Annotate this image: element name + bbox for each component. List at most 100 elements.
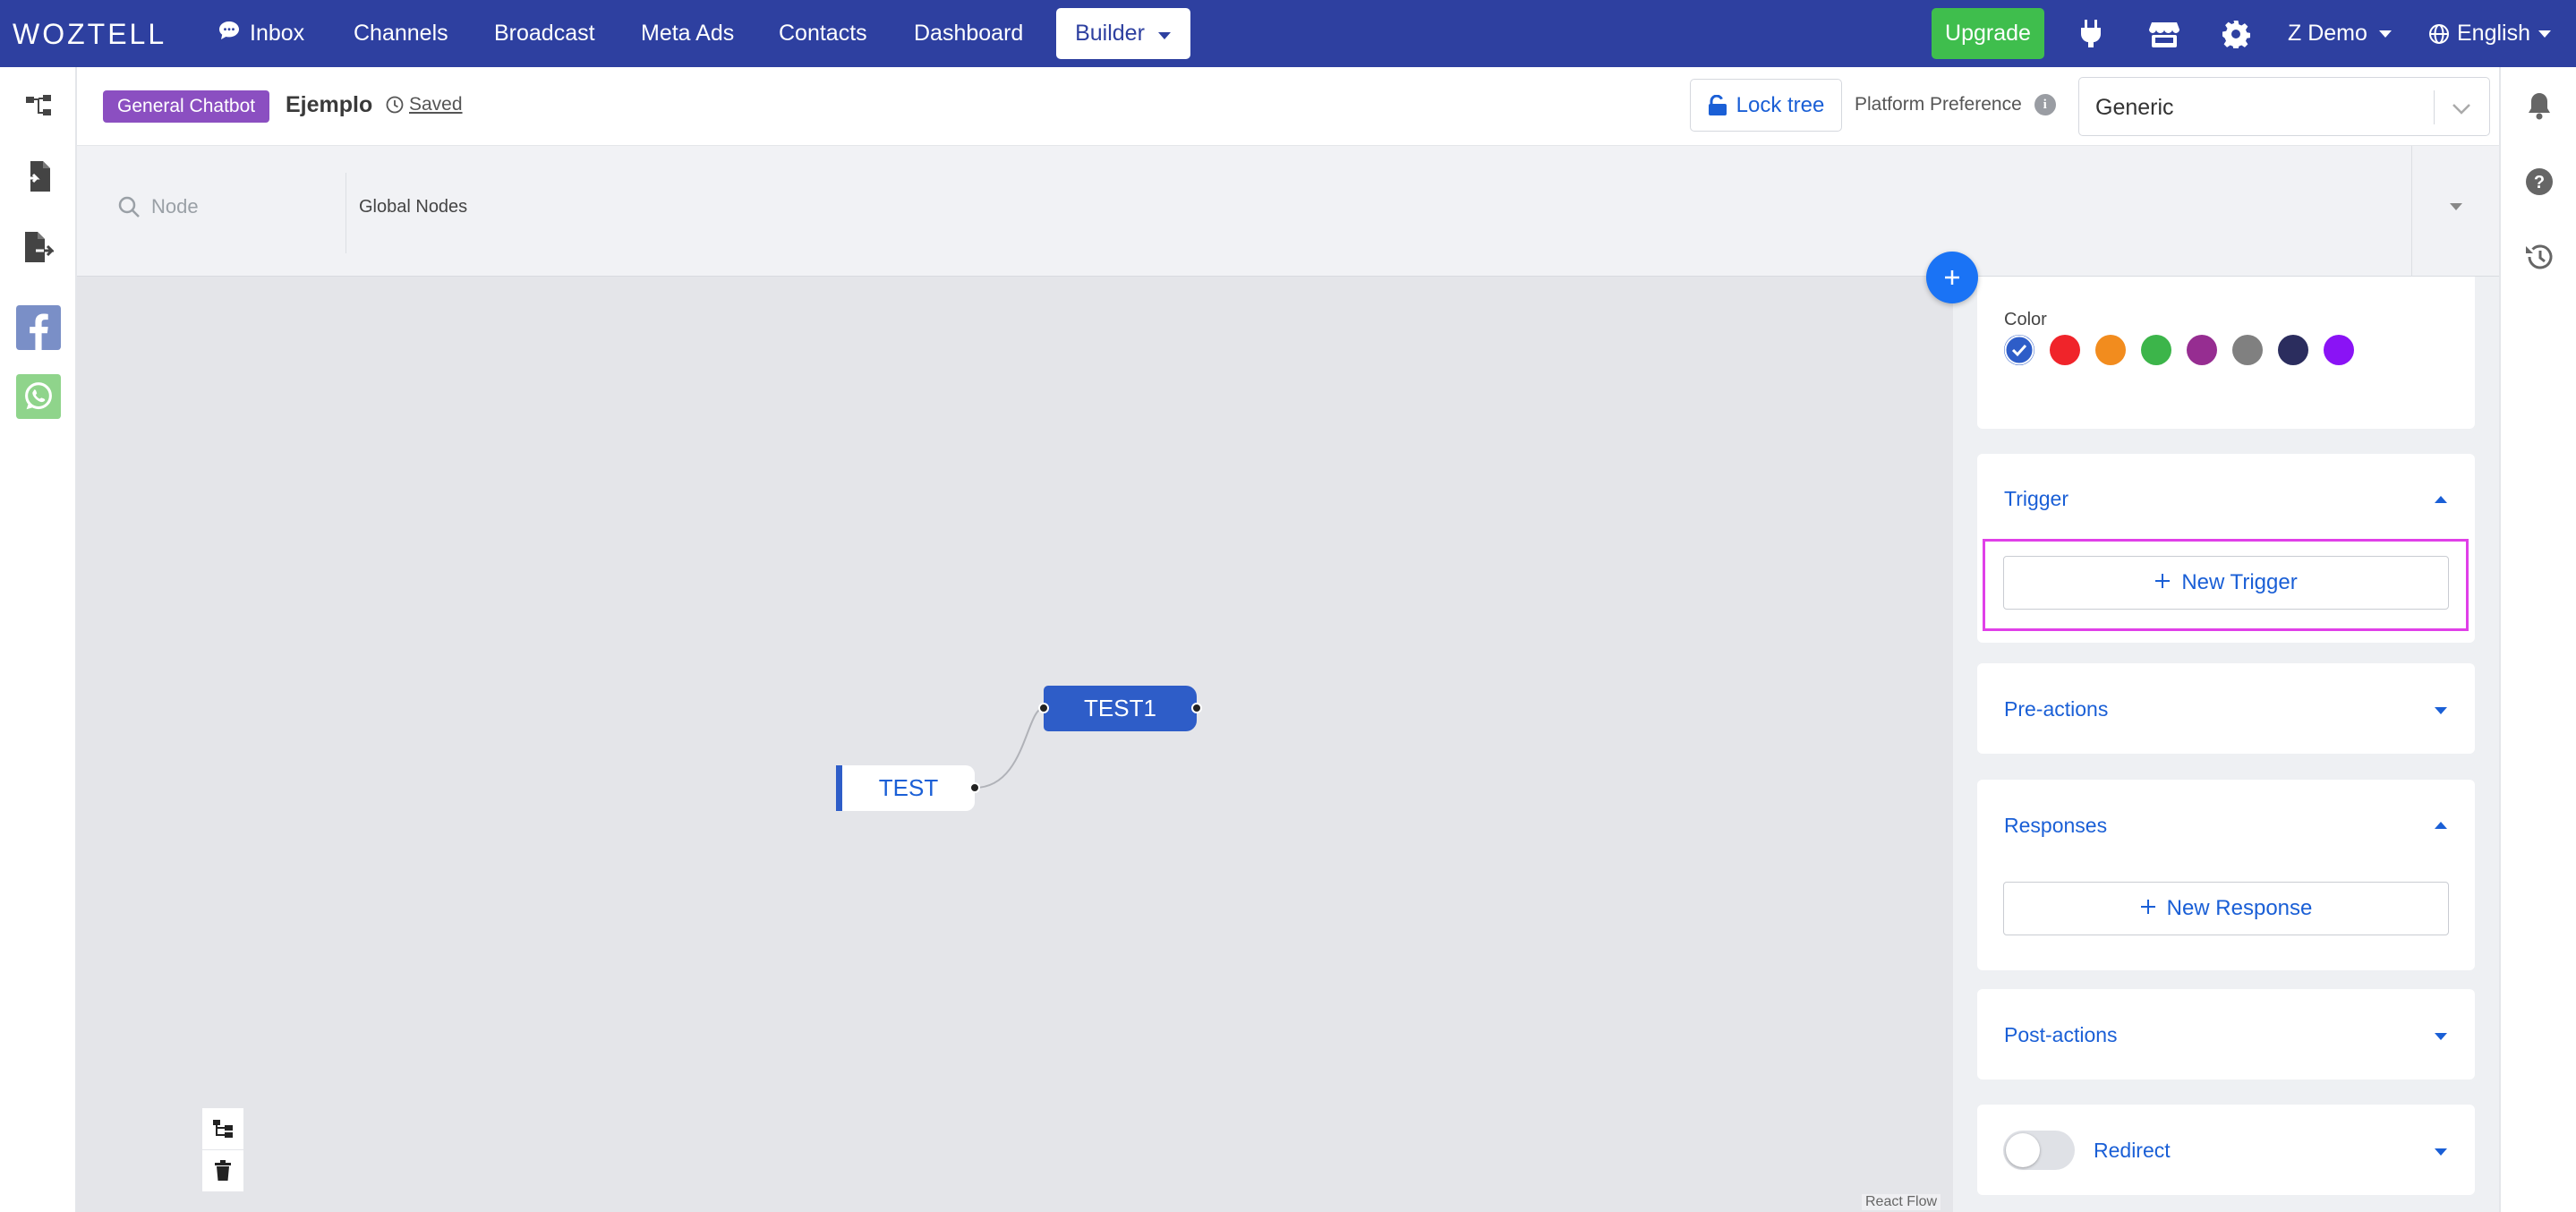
language-menu[interactable]: English bbox=[2428, 0, 2552, 67]
post-actions-title[interactable]: Post-actions bbox=[2004, 1023, 2118, 1047]
flow-name: Ejemplo bbox=[286, 92, 373, 117]
help-icon[interactable]: ? bbox=[2517, 159, 2562, 204]
color-label: Color bbox=[2004, 310, 2047, 329]
bell-icon[interactable] bbox=[2517, 83, 2562, 128]
redirect-title[interactable]: Redirect bbox=[2094, 1139, 2171, 1163]
nav-meta-ads[interactable]: Meta Ads bbox=[641, 0, 734, 67]
auto-layout-button[interactable] bbox=[202, 1108, 243, 1149]
right-sidebar: ? bbox=[2499, 67, 2576, 1212]
info-icon[interactable]: i bbox=[2034, 94, 2056, 115]
caret-down-icon[interactable] bbox=[2434, 1029, 2448, 1046]
platform-preference-label: Platform Preference bbox=[1855, 94, 2022, 115]
pre-actions-card[interactable]: Pre-actions bbox=[1977, 663, 2475, 754]
color-swatch[interactable] bbox=[2004, 335, 2034, 365]
nav-broadcast[interactable]: Broadcast bbox=[494, 0, 595, 67]
nav-builder-dropdown[interactable]: Builder bbox=[1056, 8, 1190, 59]
add-node-button[interactable] bbox=[1926, 252, 1978, 303]
upgrade-button[interactable]: Upgrade bbox=[1932, 8, 2044, 59]
color-swatch[interactable] bbox=[2278, 335, 2308, 365]
top-navigation-bar: WOZTELL Inbox Channels Broadcast Meta Ad… bbox=[0, 0, 2576, 67]
color-swatch[interactable] bbox=[2050, 335, 2080, 365]
global-nodes-label[interactable]: Global Nodes bbox=[359, 197, 467, 218]
lock-tree-label: Lock tree bbox=[1736, 92, 1825, 117]
chatbot-type-badge: General Chatbot bbox=[103, 90, 270, 123]
nav-dashboard[interactable]: Dashboard bbox=[914, 0, 1023, 67]
plug-icon[interactable] bbox=[2075, 0, 2107, 67]
caret-down-icon[interactable] bbox=[2434, 1145, 2448, 1161]
nav-contacts[interactable]: Contacts bbox=[779, 0, 867, 67]
builder-header: General Chatbot Ejemplo Saved Lock tree … bbox=[77, 67, 2499, 146]
color-swatch[interactable] bbox=[2095, 335, 2126, 365]
caret-down-icon bbox=[1157, 21, 1172, 47]
export-file-icon[interactable] bbox=[16, 225, 61, 269]
node-label: TEST bbox=[878, 774, 939, 801]
caret-down-icon bbox=[2538, 30, 2551, 38]
save-status: Saved bbox=[386, 94, 463, 115]
divider bbox=[2411, 146, 2412, 277]
node-label: TEST1 bbox=[1084, 695, 1156, 721]
flow-node[interactable]: TEST1 bbox=[1038, 686, 1202, 731]
toggle-knob bbox=[2006, 1133, 2040, 1167]
node-handle[interactable] bbox=[969, 782, 980, 793]
history-icon[interactable] bbox=[2517, 235, 2562, 279]
color-swatch[interactable] bbox=[2324, 335, 2354, 365]
node-settings-panel: Color Trigger New Trigger Pre-actions Re… bbox=[1953, 277, 2499, 1212]
color-swatches bbox=[2004, 335, 2369, 365]
platform-preference: Platform Preference i bbox=[1855, 94, 2056, 115]
platform-select[interactable]: Generic bbox=[2078, 77, 2490, 136]
node-handle[interactable] bbox=[1191, 703, 1202, 713]
redirect-toggle[interactable] bbox=[2003, 1131, 2075, 1170]
caret-down-icon[interactable] bbox=[2449, 200, 2463, 216]
divider bbox=[345, 173, 346, 253]
nav-builder-label: Builder bbox=[1075, 21, 1145, 46]
gear-icon[interactable] bbox=[2219, 0, 2253, 67]
unlock-icon bbox=[1708, 94, 1727, 115]
redirect-card: Redirect bbox=[1977, 1105, 2475, 1195]
saved-link[interactable]: Saved bbox=[409, 94, 463, 115]
plus-icon bbox=[2140, 896, 2156, 921]
color-swatch[interactable] bbox=[2232, 335, 2263, 365]
flow-node[interactable]: TEST bbox=[836, 765, 980, 811]
responses-title[interactable]: Responses bbox=[2004, 814, 2107, 838]
caret-up-icon[interactable] bbox=[2434, 818, 2448, 834]
flow-canvas[interactable]: TEST TEST1 bbox=[77, 277, 1953, 1212]
color-swatch[interactable] bbox=[2141, 335, 2171, 365]
whatsapp-icon[interactable] bbox=[16, 374, 61, 419]
facebook-icon[interactable] bbox=[16, 305, 61, 350]
highlight-box bbox=[1983, 539, 2469, 631]
check-icon bbox=[2004, 335, 2034, 365]
user-menu[interactable]: Z Demo bbox=[2288, 0, 2393, 67]
select-separator bbox=[2434, 90, 2435, 124]
delete-button[interactable] bbox=[202, 1150, 243, 1191]
nav-inbox[interactable]: Inbox bbox=[218, 0, 304, 67]
node-search-bar: Node Global Nodes bbox=[77, 146, 2499, 277]
store-icon[interactable] bbox=[2146, 0, 2182, 67]
color-card: Color bbox=[1977, 277, 2475, 429]
new-response-button[interactable]: New Response bbox=[2003, 882, 2449, 935]
nav-inbox-label: Inbox bbox=[250, 21, 305, 46]
post-actions-card[interactable]: Post-actions bbox=[1977, 989, 2475, 1080]
caret-down-icon bbox=[2378, 30, 2392, 38]
node-search-placeholder: Node bbox=[151, 195, 199, 218]
responses-card: Responses New Response bbox=[1977, 780, 2475, 970]
tree-structure-icon[interactable] bbox=[16, 83, 61, 128]
chat-bubble-icon bbox=[218, 20, 241, 47]
node-search-input[interactable]: Node bbox=[117, 195, 199, 218]
platform-select-value: Generic bbox=[2095, 95, 2174, 120]
search-icon bbox=[118, 196, 140, 218]
edge-connector bbox=[974, 707, 1045, 789]
node-handle[interactable] bbox=[1038, 703, 1049, 713]
nav-channels[interactable]: Channels bbox=[354, 0, 448, 67]
left-sidebar bbox=[0, 67, 77, 1212]
caret-down-icon[interactable] bbox=[2434, 704, 2448, 720]
pre-actions-title[interactable]: Pre-actions bbox=[2004, 697, 2108, 721]
react-flow-attribution[interactable]: React Flow bbox=[1862, 1194, 1941, 1210]
lock-tree-button[interactable]: Lock tree bbox=[1690, 79, 1842, 132]
trigger-title[interactable]: Trigger bbox=[2004, 487, 2068, 511]
color-swatch[interactable] bbox=[2187, 335, 2217, 365]
woztell-logo[interactable]: WOZTELL bbox=[13, 18, 166, 51]
language-label: English bbox=[2457, 21, 2530, 46]
import-file-icon[interactable] bbox=[16, 154, 61, 199]
chevron-down-icon bbox=[2452, 96, 2471, 122]
caret-up-icon[interactable] bbox=[2434, 492, 2448, 508]
